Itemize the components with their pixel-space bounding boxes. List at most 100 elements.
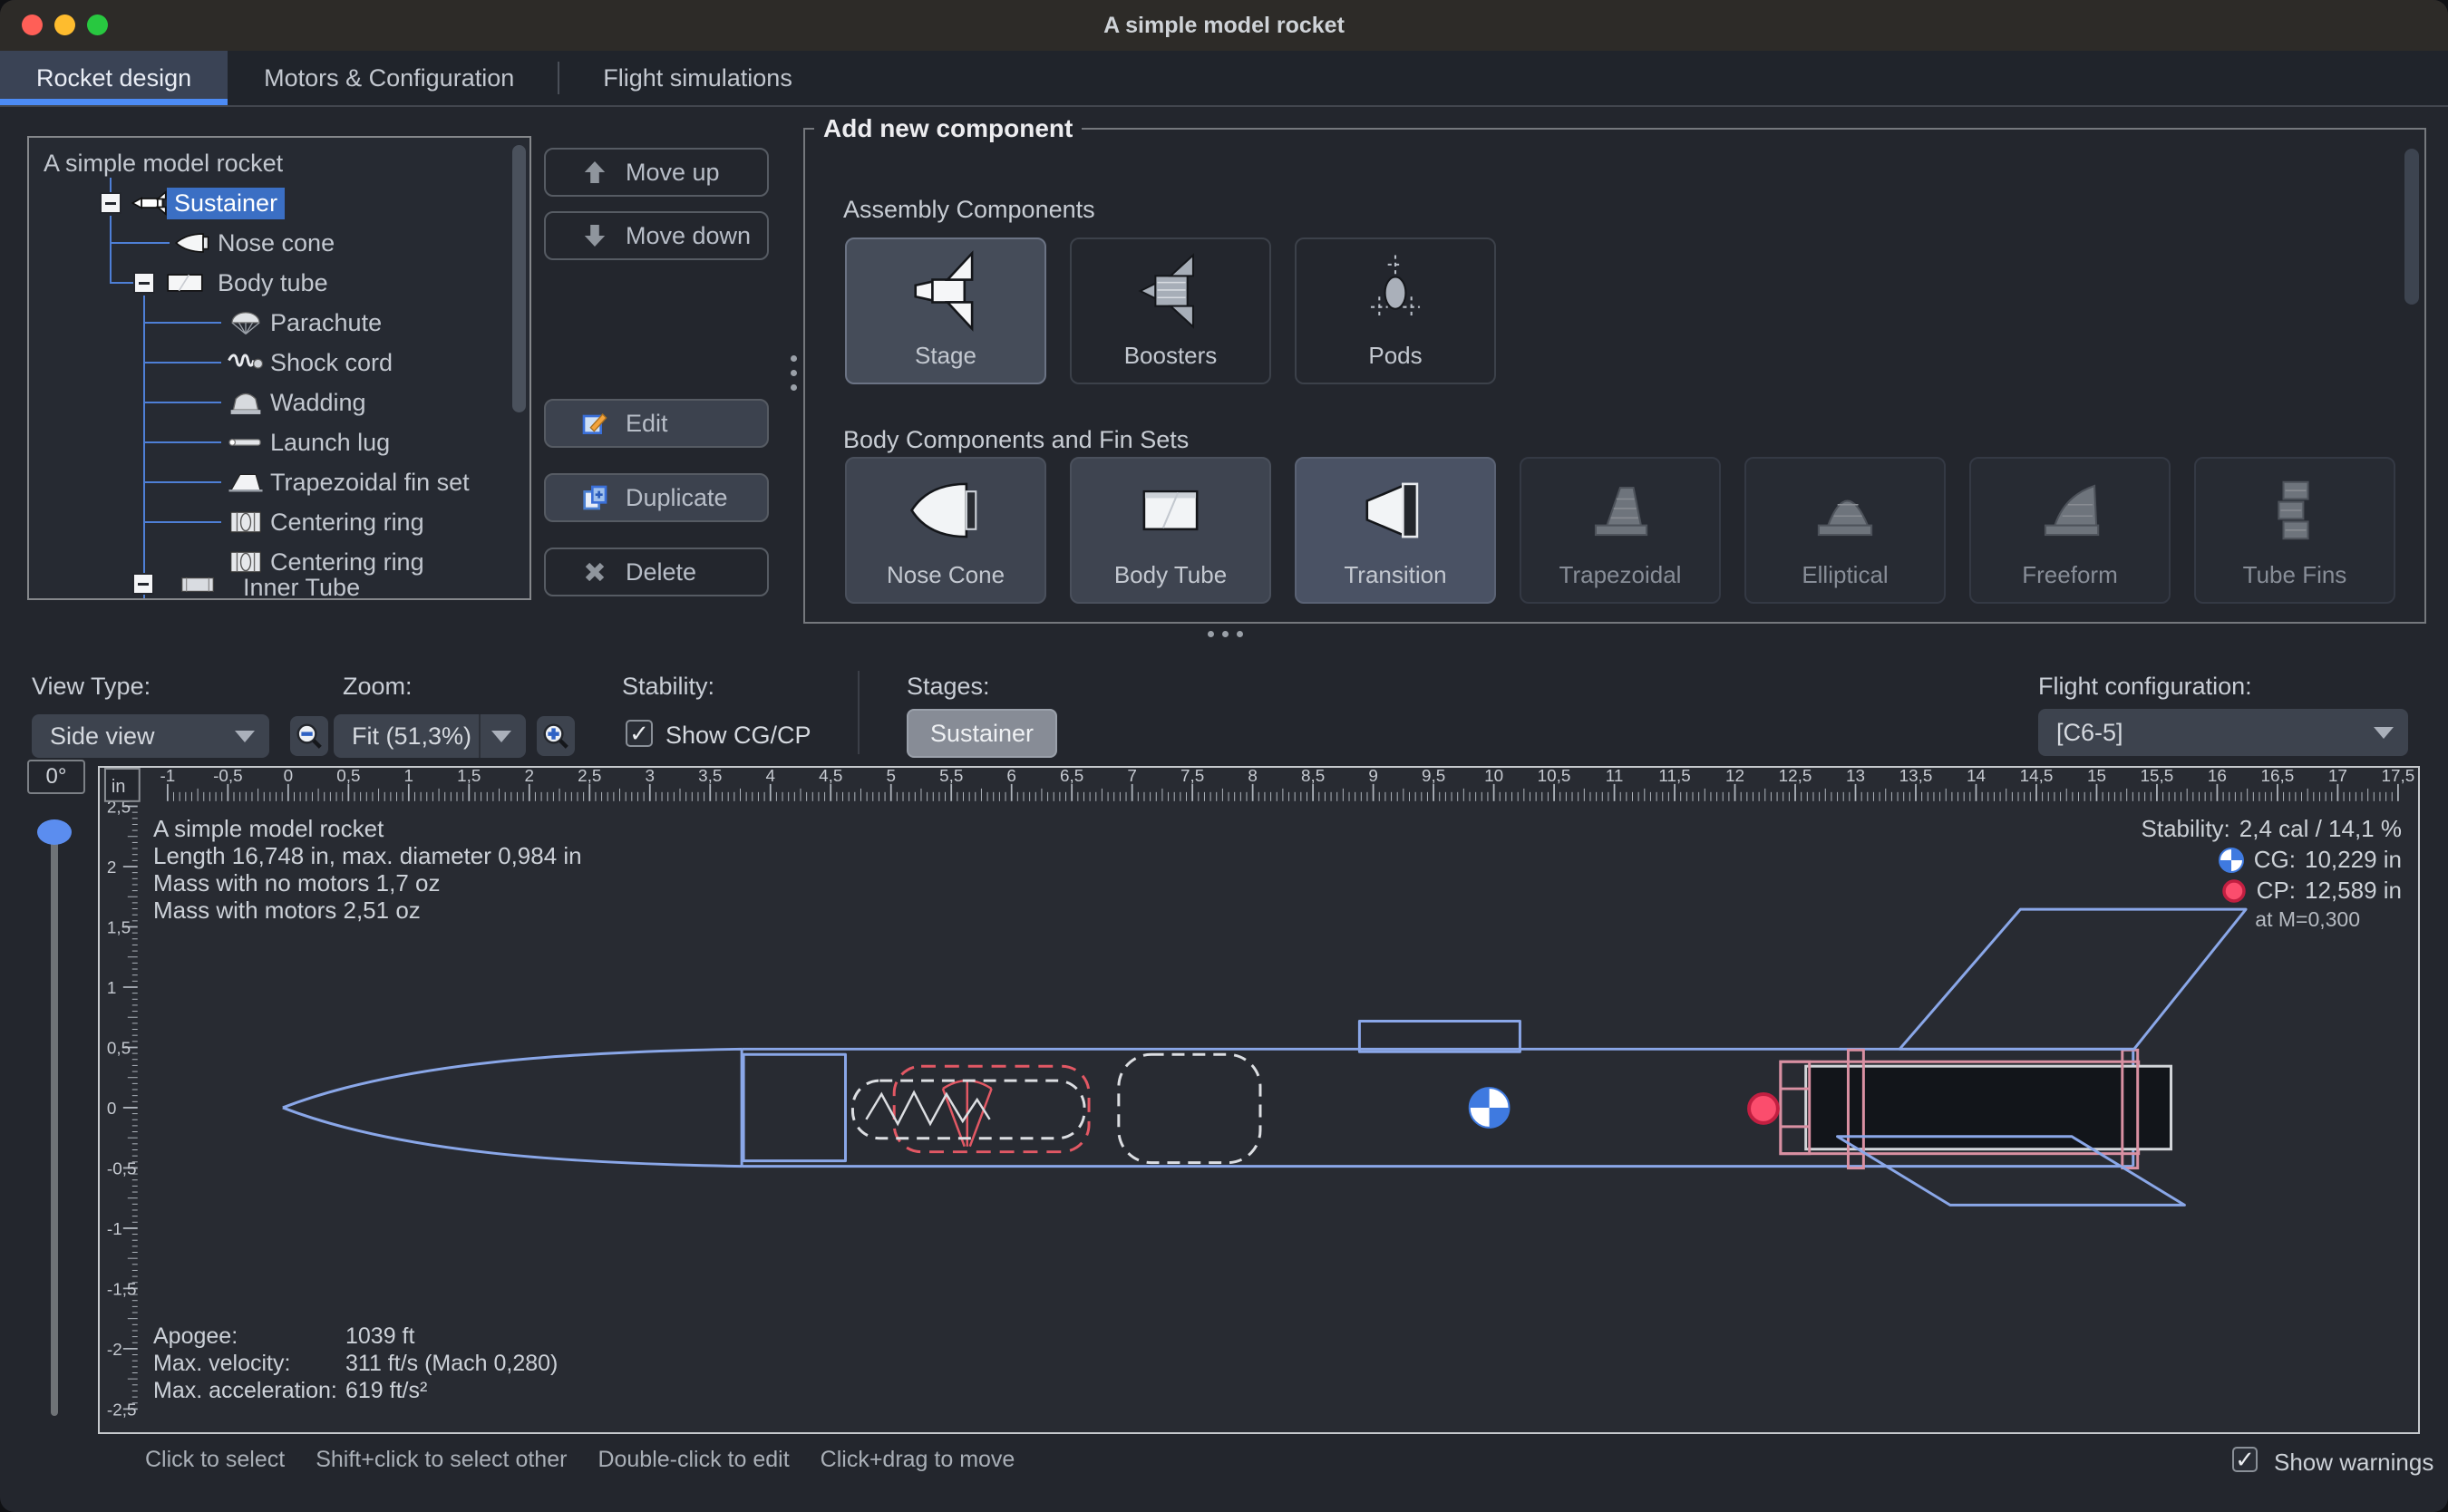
check-icon: ✓: [2235, 1446, 2255, 1474]
add-tube-fins-button: Tube Fins: [2194, 457, 2395, 604]
tree-item-label: A simple model rocket: [36, 148, 290, 179]
flight-config-select[interactable]: [C6-5]: [2038, 709, 2408, 756]
svg-text:17,5: 17,5: [2382, 768, 2415, 786]
tab-separator: [558, 62, 559, 94]
component-group-label: Assembly Components: [843, 196, 1095, 224]
duplicate-button[interactable]: Duplicate: [544, 473, 769, 522]
expander-body-tube[interactable]: [133, 272, 155, 294]
stage-toggle-sustainer[interactable]: Sustainer: [907, 709, 1057, 758]
tree-item[interactable]: Inner Tube: [236, 567, 367, 600]
svg-text:1: 1: [404, 768, 414, 786]
move-up-button[interactable]: Move up: [544, 148, 769, 197]
horizontal-ruler: -1-0,500,511,522,533,544,555,566,577,588…: [160, 768, 2414, 801]
add-trapezoidal-button: Trapezoidal: [1520, 457, 1721, 604]
tab-rocket-design[interactable]: Rocket design: [0, 51, 228, 105]
minimize-window-button[interactable]: [54, 15, 75, 35]
horizontal-splitter-handle[interactable]: [1208, 631, 1243, 637]
tree-item[interactable]: Parachute: [263, 303, 389, 343]
rotation-slider-track[interactable]: [51, 834, 58, 1416]
cg-marker: [1470, 1088, 1510, 1128]
tab-flight-simulations[interactable]: Flight simulations: [567, 51, 829, 105]
view-type-select[interactable]: Side view: [32, 714, 269, 758]
svg-text:-0,5: -0,5: [107, 1159, 137, 1178]
svg-text:16,5: 16,5: [2261, 768, 2295, 786]
hint-bar: Click to selectShift+click to select oth…: [145, 1447, 1015, 1473]
add-transition-button[interactable]: Transition: [1295, 457, 1496, 604]
svg-text:5,5: 5,5: [939, 768, 963, 786]
svg-text:0,5: 0,5: [336, 768, 360, 786]
tree-item-label: Nose cone: [210, 228, 342, 259]
hint-text: Double-click to edit: [597, 1447, 789, 1473]
add-component-panel: Add new component Assembly Components Sta…: [803, 114, 2426, 624]
nose-cone-outline[interactable]: [283, 1049, 742, 1166]
svg-text:-0,5: -0,5: [213, 768, 243, 786]
zoom-window-button[interactable]: [87, 15, 108, 35]
nose-shoulder-outline[interactable]: [743, 1054, 845, 1160]
inner-tube-icon: [179, 571, 217, 598]
rotation-slider-thumb[interactable]: [37, 819, 72, 845]
zoom-out-icon: [295, 722, 324, 751]
svg-text:13,5: 13,5: [1899, 768, 1933, 786]
tree-item[interactable]: Trapezoidal fin set: [263, 462, 477, 502]
move-down-label: Move down: [626, 222, 751, 250]
svg-text:14: 14: [1967, 768, 1986, 786]
component-tree-panel: A simple model rocket Sustainer Nose cone B…: [27, 136, 531, 600]
tab-motors-configuration[interactable]: Motors & Configuration: [228, 51, 550, 105]
delete-button[interactable]: Delete: [544, 548, 769, 596]
nose-cone-card-icon: [896, 459, 996, 561]
move-down-button[interactable]: Move down: [544, 211, 769, 260]
tree-item[interactable]: Wadding: [263, 383, 374, 422]
shock-cord-outline[interactable]: [852, 1081, 1084, 1139]
add-freeform-button: Freeform: [1969, 457, 2171, 604]
expander-sustainer[interactable]: [100, 192, 121, 214]
add-stage-button[interactable]: Stage: [845, 237, 1046, 384]
cp-marker: [1749, 1094, 1778, 1123]
tree-item[interactable]: Nose cone: [210, 223, 342, 263]
add-body-tube-button[interactable]: Body Tube: [1070, 457, 1271, 604]
chevron-down-icon: [491, 731, 511, 742]
add-nose-cone-button[interactable]: Nose Cone: [845, 457, 1046, 604]
svg-text:6: 6: [1006, 768, 1016, 786]
parachute-icon: [227, 309, 265, 336]
wadding-outline[interactable]: [1119, 1054, 1260, 1162]
rocket-view-canvas[interactable]: -1-0,500,511,522,533,544,555,566,577,588…: [98, 766, 2420, 1434]
tree-item[interactable]: Centering ring: [263, 502, 432, 542]
component-group-label: Body Components and Fin Sets: [843, 426, 1189, 454]
tree-item[interactable]: A simple model rocket: [36, 143, 290, 183]
delete-icon: [580, 557, 609, 586]
edit-button[interactable]: Edit: [544, 399, 769, 448]
tree-scrollbar[interactable]: [512, 145, 526, 412]
svg-text:1,5: 1,5: [107, 918, 131, 937]
svg-text:10: 10: [1484, 768, 1503, 786]
zoom-in-icon: [541, 722, 570, 751]
add-boosters-button[interactable]: Boosters: [1070, 237, 1271, 384]
body-tube-card-icon: [1121, 459, 1220, 561]
duplicate-icon: [580, 483, 609, 512]
expander-inner-tube[interactable]: [132, 573, 154, 595]
zoom-in-button[interactable]: [537, 716, 575, 756]
tree-item[interactable]: Sustainer: [167, 183, 285, 223]
rocket-info-length: Length 16,748 in, max. diameter 0,984 in: [153, 842, 582, 869]
tree-item[interactable]: Launch lug: [263, 422, 397, 462]
add-panel-scrollbar[interactable]: [2404, 149, 2419, 305]
move-up-label: Move up: [626, 159, 720, 187]
add-pods-button[interactable]: Pods: [1295, 237, 1496, 384]
stability-title: Stability:: [2142, 815, 2230, 843]
flight-stats-block: Apogee:1039 ftMax. velocity:311 ft/s (Ma…: [153, 1323, 558, 1404]
svg-text:12,5: 12,5: [1779, 768, 1812, 786]
close-window-button[interactable]: [22, 15, 43, 35]
nose-cone-icon: [174, 229, 212, 257]
launch-lug-icon: [227, 429, 265, 456]
component-card-label: Transition: [1344, 561, 1446, 602]
panel-splitter-handle[interactable]: [791, 355, 797, 391]
chevron-down-icon: [2374, 727, 2394, 739]
show-warnings-checkbox[interactable]: ✓: [2232, 1447, 2258, 1472]
tree-item[interactable]: Body tube: [210, 263, 335, 303]
add-component-title: Add new component: [814, 114, 1082, 143]
show-cgcp-checkbox[interactable]: ✓: [626, 720, 653, 747]
tree-item[interactable]: Shock cord: [263, 343, 400, 383]
zoom-select[interactable]: Fit (51,3%): [334, 714, 526, 758]
launch-lug-outline[interactable]: [1359, 1021, 1520, 1052]
elliptical-card-icon: [1795, 459, 1895, 561]
zoom-out-button[interactable]: [290, 716, 328, 756]
